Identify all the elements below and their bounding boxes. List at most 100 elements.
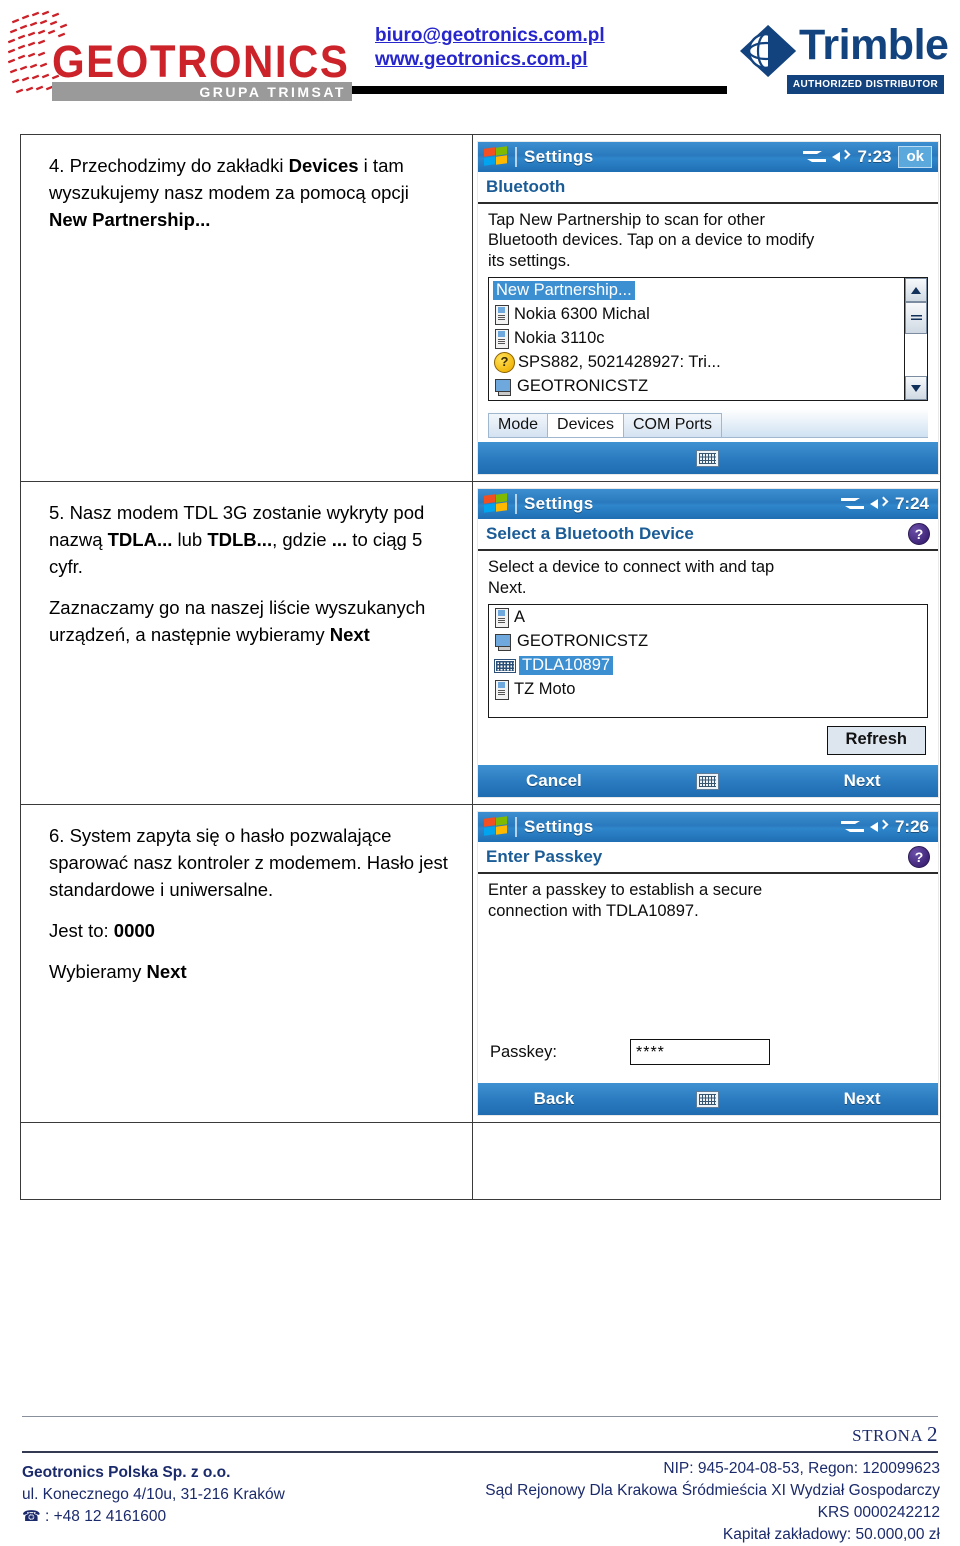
company-phone: : +48 12 4161600 (45, 1508, 167, 1525)
list-item[interactable]: GEOTRONICSTZ (489, 374, 903, 398)
table-row: 5. Nasz modem TDL 3G zostanie wykryty po… (20, 481, 941, 806)
keyboard-icon[interactable] (696, 1090, 720, 1108)
scroll-up-icon[interactable] (905, 278, 927, 303)
email-link[interactable]: biuro@geotronics.com.pl (375, 24, 605, 48)
phone-icon (495, 607, 509, 628)
windows-logo-icon (484, 816, 510, 837)
company-phone-line: ☎ : +48 12 4161600 (22, 1506, 285, 1528)
shot1-scrollbar[interactable] (904, 278, 927, 401)
step-4-screenshot-cell: Settings 7:23 ok Bluetooth Tap New Partn… (472, 133, 941, 483)
footer-top-divider (22, 1416, 938, 1417)
connectivity-icon[interactable] (840, 819, 864, 835)
shot1-title: Settings (524, 147, 594, 166)
tab-com-ports[interactable]: COM Ports (622, 413, 723, 438)
list-item[interactable]: Nokia 3110c (489, 326, 903, 350)
website-link[interactable]: www.geotronics.com.pl (375, 48, 605, 72)
volume-speaker-icon[interactable] (831, 149, 851, 165)
list-item-label: Nokia 6300 Michal (514, 304, 650, 323)
shot2-titlebar: Settings 7:24 (478, 489, 938, 520)
scrollbar-track[interactable] (905, 334, 927, 377)
list-item[interactable]: Nokia 6300 Michal (489, 302, 903, 326)
step-6-paragraph-2: Jest to: 0000 (49, 919, 155, 941)
shot1-device-list[interactable]: New Partnership... Nokia 6300 Michal Nok… (488, 277, 928, 402)
connectivity-icon[interactable] (840, 496, 864, 512)
empty-text-cell (20, 1122, 473, 1201)
passkey-label: Passkey: (490, 1042, 557, 1061)
volume-speaker-icon[interactable] (869, 819, 889, 835)
footer-company-block: Geotronics Polska Sp. z o.o. ul. Koneczn… (22, 1462, 285, 1528)
shot1-clock[interactable]: 7:23 (857, 147, 891, 167)
legal-line-nip: NIP: 945-204-08-53, Regon: 120099623 (663, 1460, 940, 1477)
step-4-text-cell: 4. Przechodzimy do zakładki Devices i ta… (20, 133, 473, 483)
shot3-subhead-title: Enter Passkey (486, 847, 603, 867)
refresh-button[interactable]: Refresh (826, 726, 926, 756)
list-item-label: GEOTRONICSTZ (517, 631, 649, 650)
shot2-body: Select a device to connect with and tap … (478, 551, 938, 766)
trimble-wordmark: Trimble (799, 21, 949, 69)
pocketpc-screenshot-select-device: Settings 7:24 Select a Bluetooth Device … (477, 488, 939, 799)
shot3-title: Settings (524, 817, 594, 837)
phone-icon: ☎ (22, 1508, 41, 1525)
shot2-title: Settings (524, 494, 594, 514)
help-icon[interactable]: ? (908, 846, 930, 869)
phone-icon (495, 679, 509, 700)
connectivity-icon[interactable] (803, 149, 827, 165)
step-5-paragraph-2: Zaznaczamy go na naszej liście wyszukany… (49, 596, 426, 645)
list-item[interactable]: New Partnership... (489, 278, 903, 302)
shot2-device-list[interactable]: A GEOTRONICSTZ TDLA10897 TZ Moto (488, 604, 928, 719)
shot3-titlebar: Settings 7:26 (478, 812, 938, 843)
step-6-paragraph-3: Wybieramy Next (49, 960, 187, 982)
step-4-paragraph-1: 4. Przechodzimy do zakładki Devices i ta… (49, 155, 409, 230)
table-row-empty (20, 1122, 941, 1201)
list-item-label: SPS882, 5021428927: Tri... (518, 352, 721, 371)
help-icon[interactable]: ? (908, 523, 930, 546)
tab-mode[interactable]: Mode (488, 413, 549, 438)
list-item-selected[interactable]: TDLA10897 (489, 653, 927, 677)
footer-mid-divider (22, 1451, 938, 1453)
scroll-down-icon[interactable] (905, 376, 927, 401)
keyboard-icon[interactable] (696, 772, 720, 790)
shot1-ok-button[interactable]: ok (898, 146, 932, 168)
table-row: 4. Przechodzimy do zakładki Devices i ta… (20, 133, 941, 483)
grupa-trimsat-bar: GRUPA TRIMSAT (52, 82, 352, 101)
shot2-subheader: Select a Bluetooth Device ? (478, 519, 938, 552)
shot2-command-bar: Cancel Next (478, 765, 938, 798)
tab-devices[interactable]: Devices (547, 413, 624, 438)
list-item[interactable]: GEOTRONICSTZ (489, 629, 927, 653)
shot2-instruction: Select a device to connect with and tap … (488, 558, 775, 597)
shot1-cmd-mid (630, 449, 786, 467)
empty-screenshot-cell (472, 1122, 941, 1201)
grupa-trimsat-label: GRUPA TRIMSAT (199, 84, 346, 100)
titlebar-separator (515, 817, 517, 838)
instructions-table: 4. Przechodzimy do zakładki Devices i ta… (20, 133, 941, 1201)
page-number: 2 (927, 1422, 938, 1446)
shot3-passkey-row: Passkey: **** (488, 1039, 928, 1066)
passkey-input[interactable]: **** (630, 1039, 770, 1066)
pocketpc-screenshot-enter-passkey: Settings 7:26 Enter Passkey ? Enter a pa… (477, 811, 939, 1117)
shot3-clock[interactable]: 7:26 (895, 817, 929, 837)
shot3-cmd-mid (630, 1090, 786, 1108)
next-button[interactable]: Next (786, 1089, 938, 1109)
next-button[interactable]: Next (786, 771, 938, 791)
list-item[interactable]: TZ Moto (489, 677, 927, 701)
authorized-distributor-badge: AUTHORIZED DISTRIBUTOR (787, 75, 944, 94)
step-4-text: 4. Przechodzimy do zakładki Devices i ta… (21, 135, 472, 241)
keyboard-icon[interactable] (696, 449, 720, 467)
list-item[interactable]: A (489, 605, 927, 629)
back-button[interactable]: Back (478, 1089, 630, 1109)
list-item-label: A (514, 607, 526, 626)
company-address: ul. Konecznego 4/10u, 31-216 Kraków (22, 1486, 285, 1503)
shot3-spacer (488, 927, 928, 1039)
shot2-refresh-row: Refresh (488, 718, 928, 761)
volume-speaker-icon[interactable] (869, 496, 889, 512)
table-row: 6. System zapyta się o hasło pozwalające… (20, 804, 941, 1124)
cancel-button[interactable]: Cancel (478, 771, 630, 791)
phone-icon (495, 328, 509, 349)
scrollbar-thumb[interactable] (905, 302, 927, 335)
question-icon: ? (494, 351, 515, 373)
modem-icon (494, 659, 516, 674)
list-item[interactable]: ? SPS882, 5021428927: Tri... (489, 350, 903, 374)
legal-line-krs: KRS 0000242212 (817, 1504, 940, 1521)
shot2-clock[interactable]: 7:24 (895, 494, 929, 514)
step-6-text-cell: 6. System zapyta się o hasło pozwalające… (20, 804, 473, 1124)
